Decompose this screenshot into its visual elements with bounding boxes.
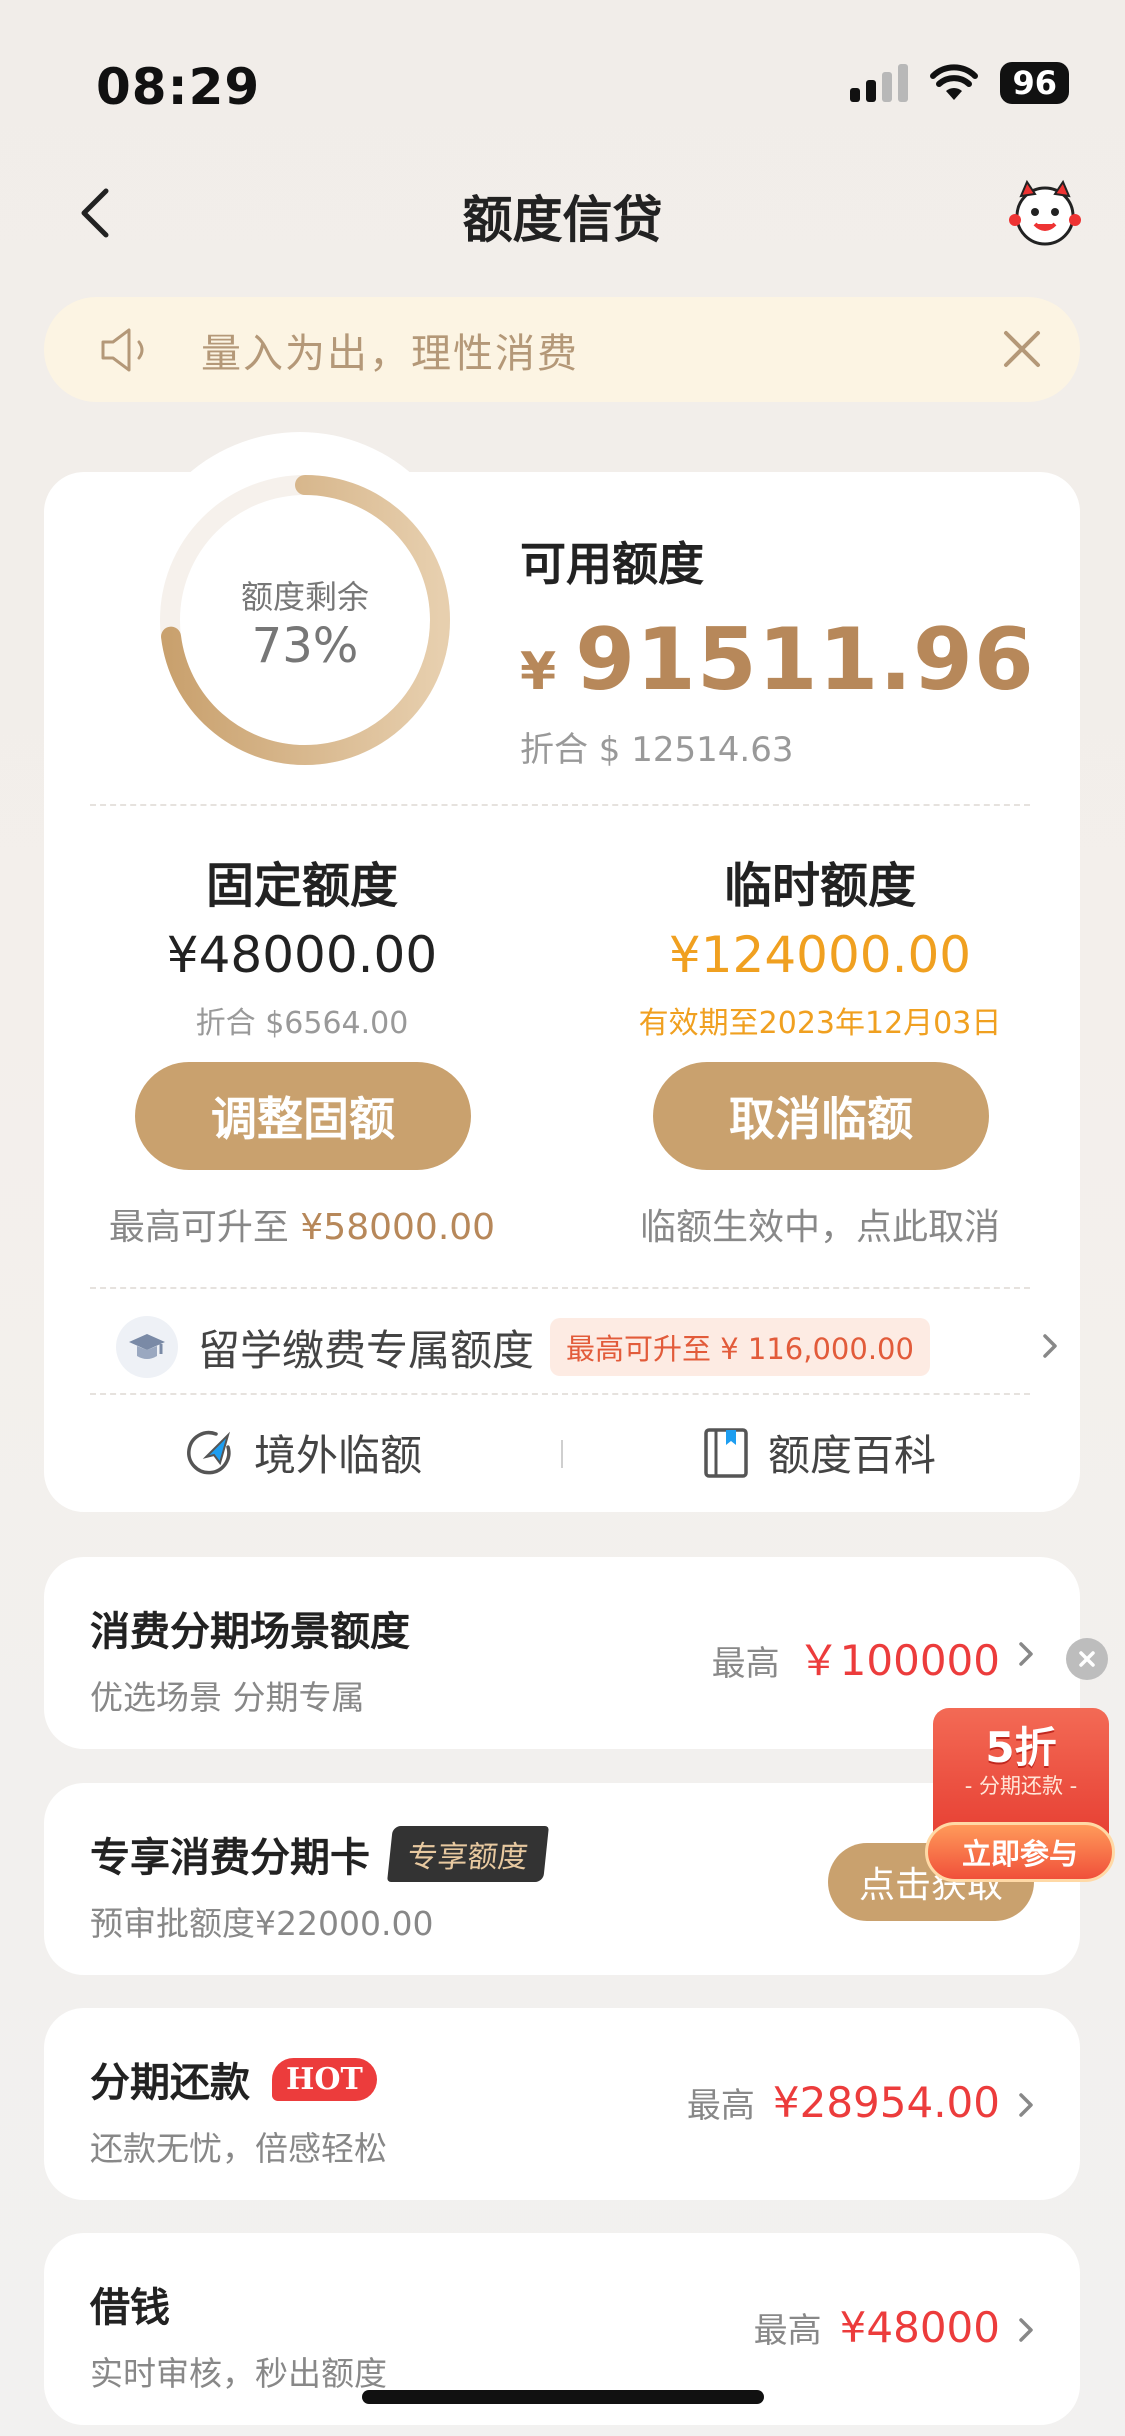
card-subtitle: 优选场景 分期专属 (90, 1678, 365, 1717)
chevron-right-icon (1019, 2318, 1033, 2342)
page-title: 额度信贷 (462, 191, 663, 249)
fixed-credit-title: 固定额度 (205, 858, 398, 914)
cellular-signal-icon (850, 64, 909, 102)
card-max-amount: 最高 ¥28954.00 (687, 2078, 1000, 2127)
fixed-note-prefix: 最高可升至 (108, 1207, 289, 1248)
available-credit-title: 可用额度 (520, 537, 704, 591)
temp-credit-note[interactable]: 临额生效中，点此取消 (590, 1198, 1050, 1250)
chevron-right-icon[interactable] (1037, 1330, 1063, 1362)
status-time: 08:29 (96, 58, 261, 116)
mascot-icon[interactable] (1005, 178, 1085, 248)
card-max-amount: 最高 ¥48000 (754, 2303, 1000, 2352)
temp-credit-validity: 有效期至2023年12月03日 (638, 1006, 1002, 1041)
card-title-row: 专享消费分期卡 专享额度 (90, 1825, 549, 1883)
divider (90, 1287, 1030, 1289)
study-abroad-row[interactable]: 留学缴费专属额度 最高可升至 ¥ 116,000.00 (116, 1316, 930, 1378)
max-prefix: 最高 (753, 2311, 822, 2351)
promo-close-icon[interactable] (1066, 1638, 1108, 1680)
available-credit-amount: ¥91511.96 (520, 610, 1035, 710)
chevron-right-icon (1019, 1642, 1033, 1666)
join-now-button[interactable]: 立即参与 (925, 1822, 1115, 1882)
promo-caption: - 分期还款 - (964, 1774, 1078, 1798)
quick-link-label: 额度百科 (768, 1431, 937, 1480)
home-indicator (362, 2390, 764, 2404)
temp-credit-title: 临时额度 (723, 858, 916, 914)
credit-wiki-link[interactable]: 额度百科 (702, 1422, 936, 1483)
battery-icon: 96 (1000, 62, 1069, 104)
graduation-cap-icon (116, 1316, 178, 1378)
close-icon[interactable] (1000, 327, 1044, 371)
airplane-circle-icon (187, 1430, 231, 1474)
card-subtitle: 还款无忧，倍感轻松 (90, 2129, 387, 2168)
available-credit-usd: 折合 $ 12514.63 (520, 730, 794, 770)
card-subtitle: 预审批额度¥22000.00 (90, 1904, 434, 1943)
max-value: ￥100000 (797, 1636, 1000, 1685)
fixed-credit-note[interactable]: 最高可升至 ¥58000.00 (72, 1198, 532, 1250)
max-value: ¥48000 (839, 2303, 1000, 2352)
currency-symbol: ¥ (520, 642, 558, 702)
max-prefix: 最高 (686, 2086, 755, 2126)
fixed-credit-usd: 折合 $6564.00 (195, 1006, 409, 1041)
fixed-credit-amount: ¥48000.00 (166, 926, 438, 984)
card-title: 分期还款 (90, 2060, 250, 2106)
status-icons: 96 (850, 62, 1069, 104)
divider (90, 1393, 1030, 1395)
study-abroad-label: 留学缴费专属额度 (198, 1325, 535, 1375)
exclusive-tag: 专享额度 (387, 1826, 549, 1882)
available-amount-value: 91511.96 (575, 610, 1035, 710)
hot-tag: HOT (272, 2057, 377, 2101)
card-title: 消费分期场景额度 (90, 1609, 410, 1655)
wifi-icon (930, 64, 979, 100)
temp-credit-amount: ¥124000.00 (668, 926, 972, 984)
promo-float-banner[interactable]: 5折 - 分期还款 - 立即参与 (925, 1708, 1115, 1888)
fixed-note-value: ¥58000.00 (300, 1207, 496, 1248)
installment-repayment-card[interactable]: 分期还款 HOT 还款无忧，倍感轻松 最高 ¥28954.00 (44, 2008, 1080, 2200)
card-subtitle: 实时审核，秒出额度 (90, 2354, 387, 2393)
ring-label: 额度剩余 (240, 578, 369, 616)
speaker-icon (101, 328, 144, 371)
overseas-temp-credit-link[interactable]: 境外临额 (184, 1422, 422, 1483)
max-value: ¥28954.00 (772, 2078, 1000, 2127)
divider (90, 804, 1030, 806)
cancel-temp-button[interactable]: 取消临额 (653, 1062, 989, 1170)
notice-text: 量入为出，理性消费 (201, 330, 579, 377)
card-title: 专享消费分期卡 (90, 1835, 370, 1881)
ring-percent: 73% (251, 618, 359, 674)
max-prefix: 最高 (711, 1644, 780, 1684)
book-icon (704, 1427, 748, 1478)
adjust-fixed-button[interactable]: 调整固额 (135, 1062, 471, 1170)
card-title-row: 分期还款 HOT (90, 2050, 377, 2108)
study-abroad-badge: 最高可升至 ¥ 116,000.00 (550, 1318, 930, 1376)
chevron-right-icon (1019, 2093, 1033, 2117)
card-max-amount: 最高 ￥100000 (712, 1627, 1000, 1688)
separator (561, 1440, 563, 1468)
card-title: 借钱 (90, 2285, 170, 2331)
promo-discount: 5折 (985, 1723, 1057, 1772)
quick-link-label: 境外临额 (254, 1431, 423, 1480)
notice-bar: 量入为出，理性消费 (44, 297, 1080, 402)
